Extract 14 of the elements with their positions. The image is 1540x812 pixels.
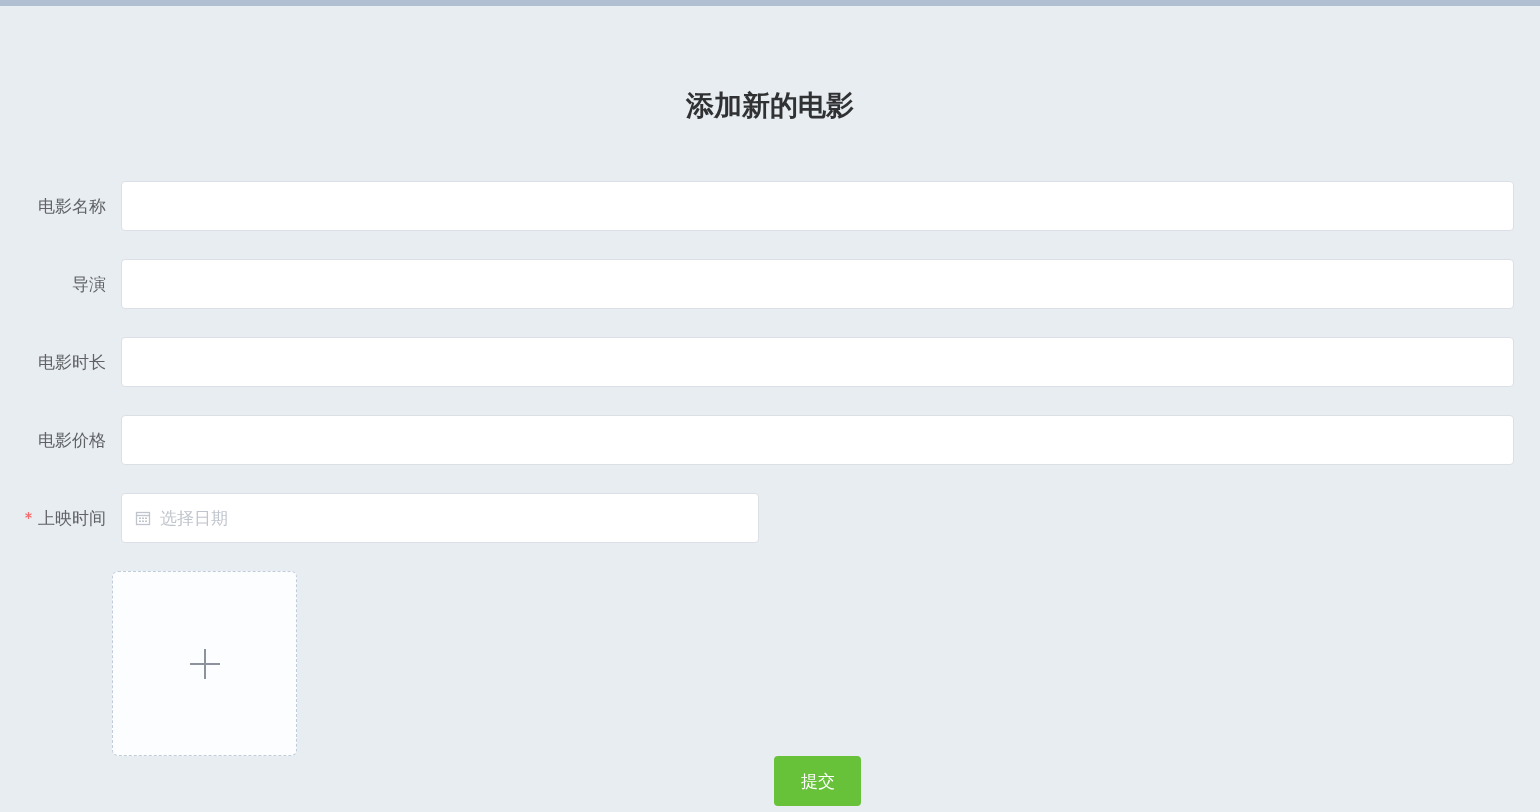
submit-button[interactable]: 提交 <box>774 756 861 806</box>
field-label: 电影时长 <box>38 350 106 374</box>
field-label: 导演 <box>72 272 106 296</box>
date-picker-field[interactable]: 选择日期 <box>121 493 759 543</box>
plus-icon <box>189 648 220 679</box>
input-field[interactable] <box>121 337 1514 387</box>
field-label: 上映时间 <box>38 506 106 530</box>
field-label: 电影名称 <box>38 194 106 218</box>
input-field[interactable] <box>121 181 1514 231</box>
input-field[interactable] <box>121 259 1514 309</box>
page-title: 添加新的电影 <box>685 88 855 124</box>
field-label: 电影价格 <box>38 428 106 452</box>
image-upload-area[interactable] <box>112 571 297 756</box>
input-field[interactable] <box>121 415 1514 465</box>
